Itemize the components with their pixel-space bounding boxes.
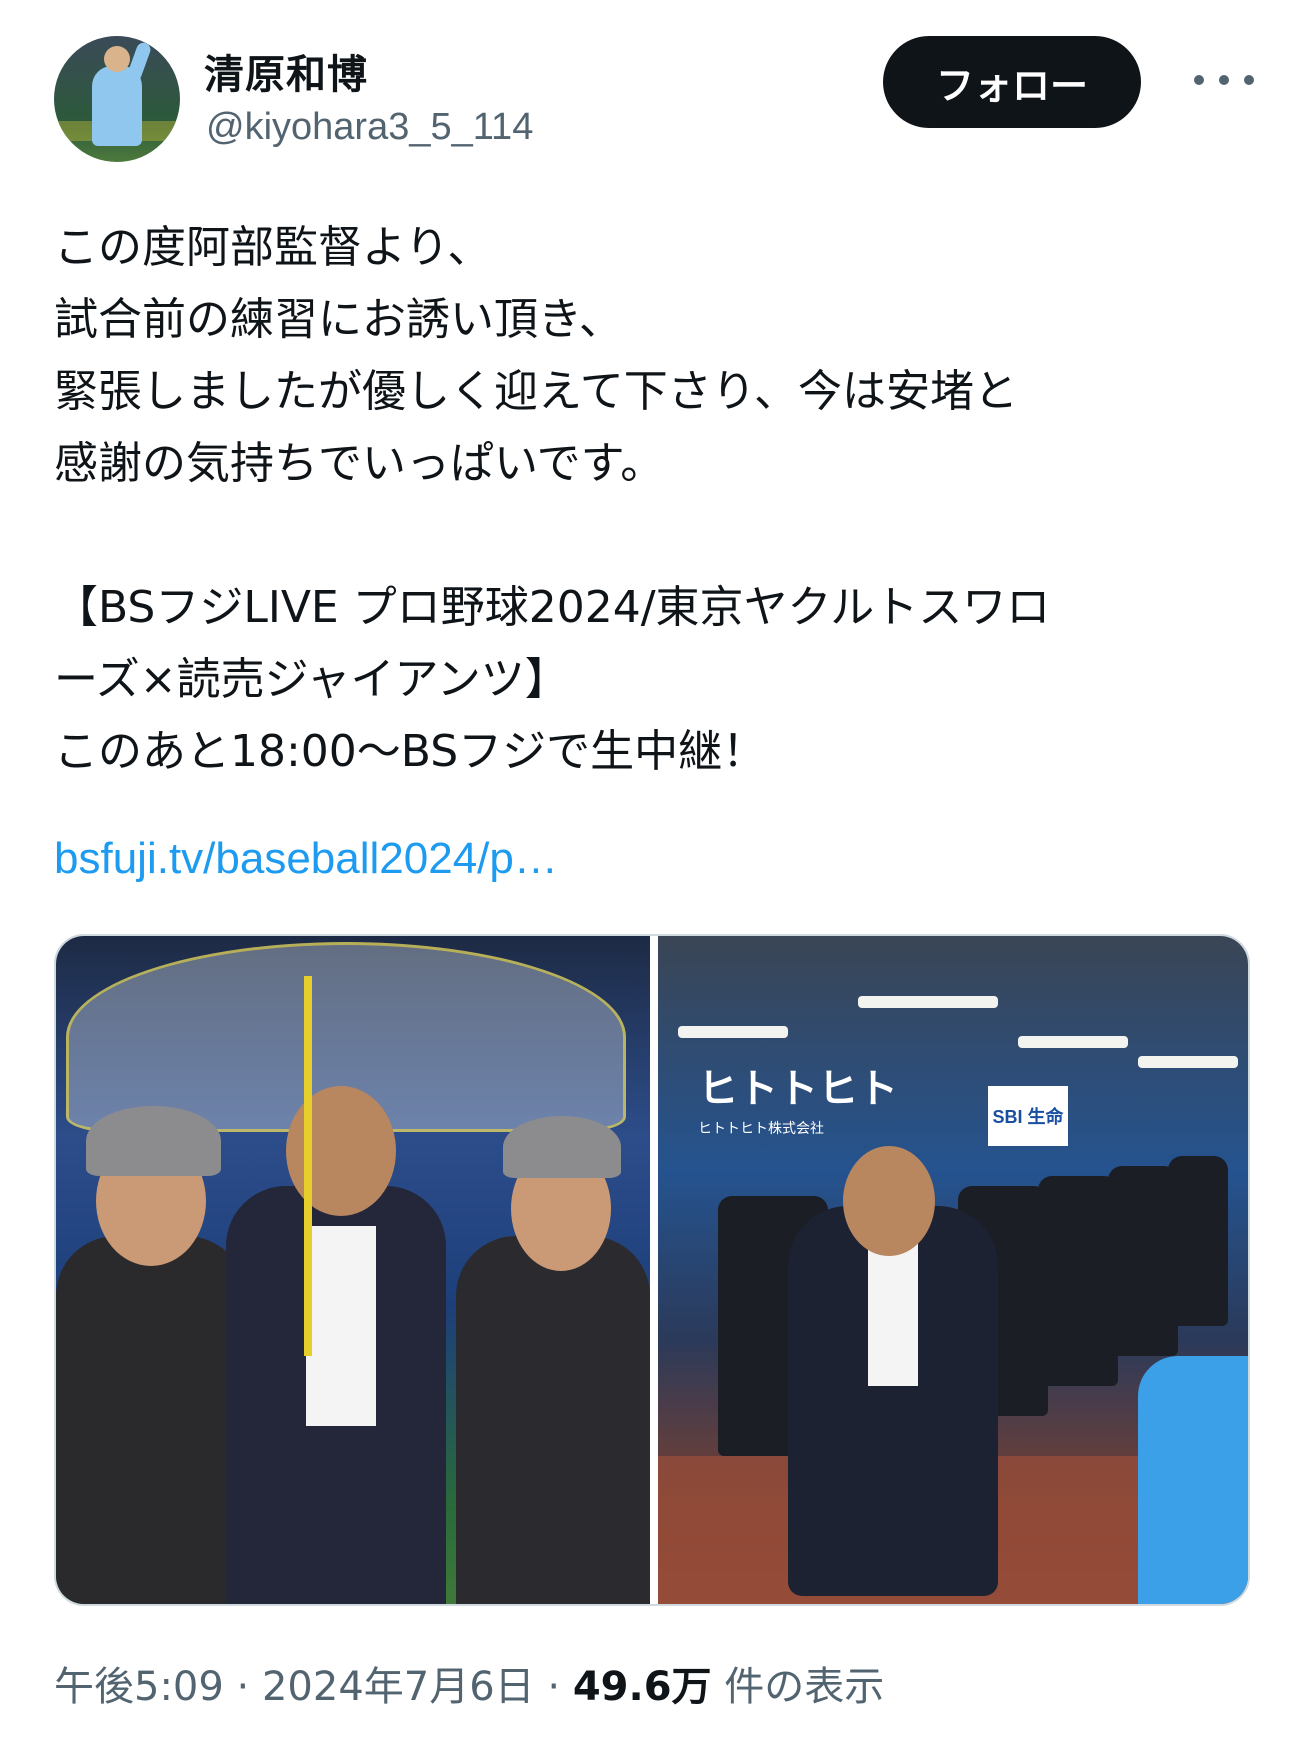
tweet-text: この度阿部監督より、 試合前の練習にお誘い頂き、 緊張しましたが優しく迎えて下さ… — [54, 222, 1051, 777]
face-center — [286, 1086, 396, 1216]
avatar-head — [104, 46, 130, 72]
sponsor-subtitle: ヒトトヒト株式会社 — [698, 1121, 824, 1137]
tweet-media[interactable]: ヒトトヒト ヒトトヒト株式会社 SBI 生命 — [54, 934, 1250, 1606]
seated-man-shirt — [868, 1236, 918, 1386]
cap-right — [503, 1116, 621, 1178]
photo-stadium-umbrella[interactable] — [56, 936, 650, 1604]
ceiling-light — [1138, 1056, 1238, 1068]
ceiling-light — [1018, 1036, 1128, 1048]
person-left — [56, 1236, 246, 1604]
dugout-chair — [1168, 1156, 1228, 1326]
ceiling-light — [678, 1026, 788, 1038]
tweet-link[interactable]: bsfuji.tv/baseball2024/p… — [54, 834, 558, 884]
shirt-center — [306, 1226, 376, 1426]
tweet-meta: 午後5:09 · 2024年7月6日 · 49.6万 件の表示 — [54, 1654, 884, 1712]
seated-man-face — [843, 1146, 935, 1256]
more-dot — [1244, 75, 1254, 85]
tweet-header: 清原和博 @kiyohara3_5_114 フォロー — [54, 36, 1254, 166]
avatar-body — [92, 66, 142, 146]
sponsor-banner: ヒトトヒト ヒトトヒト株式会社 — [698, 1056, 898, 1166]
person-right — [456, 1236, 650, 1604]
views-count[interactable]: 49.6万 — [573, 1664, 712, 1710]
dugout-chair — [1038, 1176, 1118, 1386]
author-name[interactable]: 清原和博 — [204, 42, 368, 100]
author-handle[interactable]: @kiyohara3_5_114 — [206, 106, 533, 149]
meta-separator: · — [223, 1664, 262, 1710]
follow-button[interactable]: フォロー — [883, 36, 1141, 128]
tweet-time[interactable]: 午後5:09 — [54, 1664, 224, 1710]
cap-left — [86, 1106, 221, 1176]
meta-separator: · — [534, 1664, 573, 1710]
ceiling-light — [858, 996, 998, 1008]
photo-dugout[interactable]: ヒトトヒト ヒトトヒト株式会社 SBI 生命 — [658, 936, 1248, 1604]
views-label: 件の表示 — [711, 1664, 885, 1710]
more-dot — [1194, 75, 1204, 85]
tweet-date[interactable]: 2024年7月6日 — [262, 1664, 535, 1710]
more-icon[interactable] — [1194, 60, 1254, 100]
chair-foreground — [1138, 1356, 1248, 1604]
sponsor-logo: ヒトトヒト — [698, 1067, 898, 1111]
umbrella-pole — [304, 976, 312, 1356]
more-dot — [1219, 75, 1229, 85]
avatar[interactable] — [54, 36, 180, 162]
sbi-sign: SBI 生命 — [988, 1086, 1068, 1146]
